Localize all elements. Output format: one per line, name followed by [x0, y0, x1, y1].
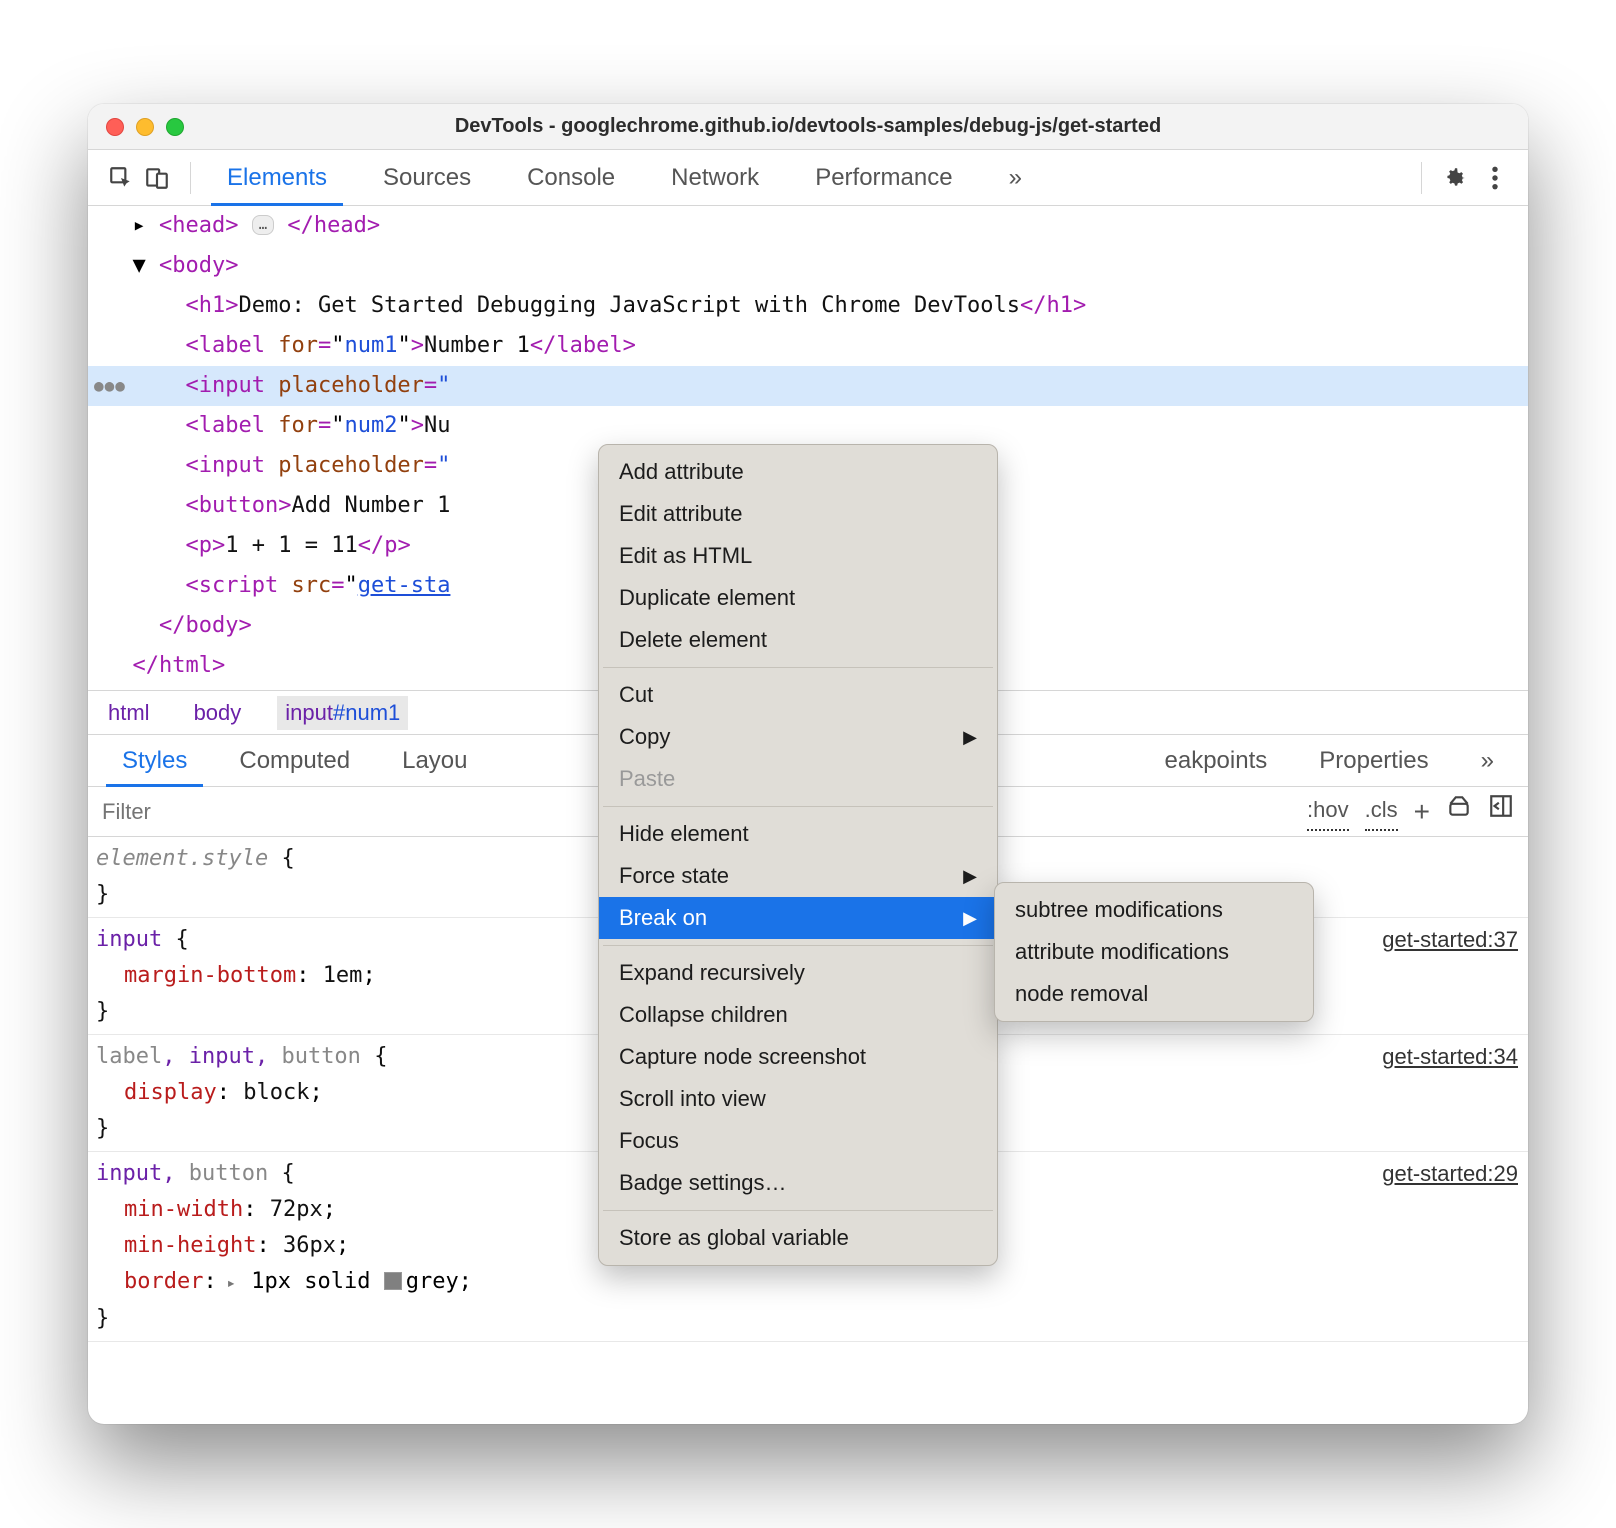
maximize-window-icon[interactable]: [166, 118, 184, 136]
ctx-delete-element[interactable]: Delete element: [599, 619, 997, 661]
tab-network[interactable]: Network: [643, 150, 787, 205]
dom-node-h1[interactable]: <h1>Demo: Get Started Debugging JavaScri…: [88, 286, 1528, 326]
expand-triangle-icon[interactable]: ▸: [217, 1273, 236, 1292]
close-window-icon[interactable]: [106, 118, 124, 136]
ctx-expand-recursively[interactable]: Expand recursively: [599, 952, 997, 994]
ctx-scroll-into-view[interactable]: Scroll into view: [599, 1078, 997, 1120]
panel-tabs: Elements Sources Console Network Perform…: [199, 150, 1050, 205]
gear-icon[interactable]: [1440, 163, 1470, 193]
crumb-body[interactable]: body: [186, 696, 250, 730]
ctx-separator: [603, 806, 993, 807]
dom-node-body[interactable]: ▼ <body>: [88, 246, 1528, 286]
color-swatch-icon[interactable]: [384, 1272, 402, 1290]
dom-node-label2[interactable]: <label for="num2">Nu: [88, 406, 1528, 446]
subtab-breakpoints[interactable]: eakpoints: [1139, 735, 1294, 786]
collapsed-badge: …: [252, 215, 274, 235]
tab-elements[interactable]: Elements: [199, 150, 355, 205]
new-style-rule-icon[interactable]: +: [1414, 794, 1430, 830]
submenu-node-removal[interactable]: node removal: [995, 973, 1313, 1015]
devtools-window: DevTools - googlechrome.github.io/devtoo…: [88, 104, 1528, 1424]
ctx-badge-settings[interactable]: Badge settings…: [599, 1162, 997, 1204]
minimize-window-icon[interactable]: [136, 118, 154, 136]
ctx-cut[interactable]: Cut: [599, 674, 997, 716]
rule-source-link[interactable]: get-started:37: [1382, 922, 1518, 958]
ctx-duplicate-element[interactable]: Duplicate element: [599, 577, 997, 619]
subtab-layout[interactable]: Layou: [376, 735, 493, 786]
ctx-add-attribute[interactable]: Add attribute: [599, 451, 997, 493]
subtab-styles[interactable]: Styles: [96, 735, 213, 786]
chevron-right-icon: ▶: [963, 727, 977, 748]
ctx-capture-node-screenshot[interactable]: Capture node screenshot: [599, 1036, 997, 1078]
submenu-subtree-modifications[interactable]: subtree modifications: [995, 889, 1313, 931]
device-toolbar-icon[interactable]: [142, 163, 172, 193]
submenu-attribute-modifications[interactable]: attribute modifications: [995, 931, 1313, 973]
ctx-edit-attribute[interactable]: Edit attribute: [599, 493, 997, 535]
rule-source-link[interactable]: get-started:34: [1382, 1039, 1518, 1075]
tab-console[interactable]: Console: [499, 150, 643, 205]
hov-toggle[interactable]: :hov: [1307, 792, 1349, 831]
dom-node-label1[interactable]: <label for="num1">Number 1</label>: [88, 326, 1528, 366]
main-toolbar: Elements Sources Console Network Perform…: [88, 150, 1528, 206]
inspect-element-icon[interactable]: [106, 163, 136, 193]
window-title: DevTools - googlechrome.github.io/devtoo…: [88, 115, 1528, 138]
dom-node-input1[interactable]: ●●● <input placeholder=": [88, 366, 1528, 406]
kebab-menu-icon[interactable]: [1480, 163, 1510, 193]
dom-node-head[interactable]: ▸ <head> … </head>: [88, 206, 1528, 246]
crumb-input[interactable]: input#num1: [277, 696, 408, 730]
ctx-separator: [603, 667, 993, 668]
traffic-lights: [106, 118, 184, 136]
titlebar: DevTools - googlechrome.github.io/devtoo…: [88, 104, 1528, 150]
subtab-properties[interactable]: Properties: [1293, 735, 1454, 786]
tab-sources[interactable]: Sources: [355, 150, 499, 205]
toolbar-separator: [1421, 162, 1422, 194]
tabs-overflow[interactable]: »: [981, 150, 1050, 205]
ctx-separator: [603, 1210, 993, 1211]
toggle-common-rendering-icon[interactable]: [1446, 793, 1472, 830]
ctx-paste: Paste: [599, 758, 997, 800]
selected-row-indicator: ●●●: [94, 366, 126, 406]
ctx-force-state[interactable]: Force state▶: [599, 855, 997, 897]
subtabs-overflow[interactable]: »: [1455, 735, 1520, 786]
break-on-submenu: subtree modifications attribute modifica…: [994, 882, 1314, 1022]
ctx-break-on[interactable]: Break on▶: [599, 897, 997, 939]
subtab-computed[interactable]: Computed: [213, 735, 376, 786]
ctx-separator: [603, 945, 993, 946]
crumb-html[interactable]: html: [100, 696, 158, 730]
rule-source-link[interactable]: get-started:29: [1382, 1156, 1518, 1192]
ctx-focus[interactable]: Focus: [599, 1120, 997, 1162]
ctx-collapse-children[interactable]: Collapse children: [599, 994, 997, 1036]
context-menu: Add attribute Edit attribute Edit as HTM…: [598, 444, 998, 1266]
toolbar-separator: [190, 162, 191, 194]
ctx-edit-as-html[interactable]: Edit as HTML: [599, 535, 997, 577]
tab-performance[interactable]: Performance: [787, 150, 980, 205]
cls-toggle[interactable]: .cls: [1365, 792, 1398, 831]
ctx-hide-element[interactable]: Hide element: [599, 813, 997, 855]
computed-sidebar-icon[interactable]: [1488, 793, 1514, 830]
ctx-copy[interactable]: Copy▶: [599, 716, 997, 758]
ctx-store-as-global[interactable]: Store as global variable: [599, 1217, 997, 1259]
chevron-right-icon: ▶: [963, 866, 977, 887]
chevron-right-icon: ▶: [963, 908, 977, 929]
